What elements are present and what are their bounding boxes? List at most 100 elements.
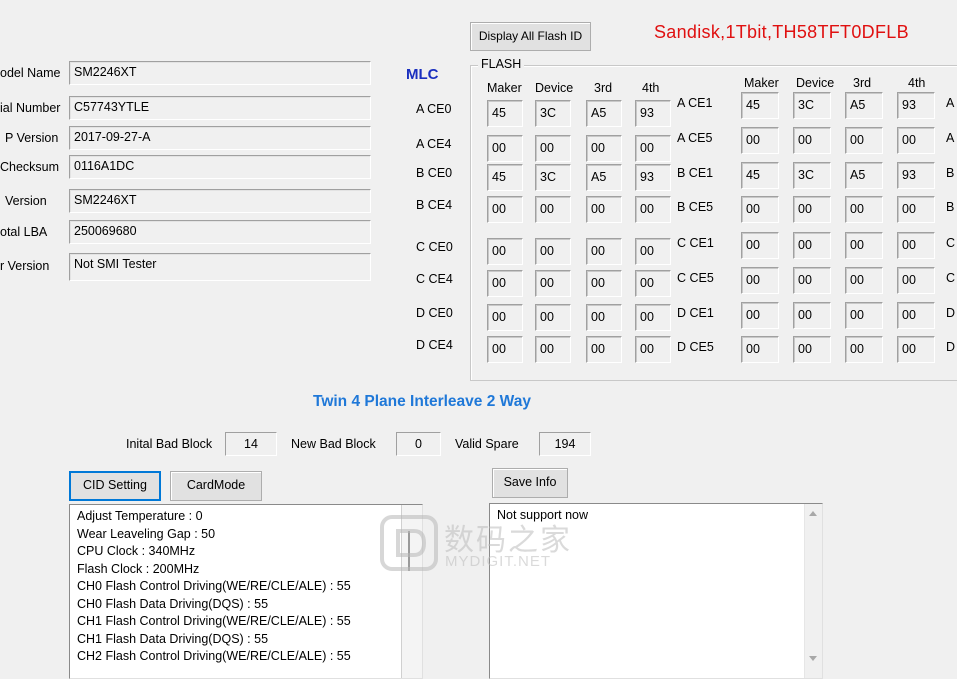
flash-id-box[interactable]: 00 bbox=[635, 196, 671, 223]
flash-id-box[interactable]: 3C bbox=[793, 162, 831, 189]
ce-edge-label: B bbox=[946, 166, 955, 180]
flash-id-box[interactable]: 00 bbox=[845, 267, 883, 294]
flash-id-box[interactable]: A5 bbox=[845, 92, 883, 119]
log-line: CH2 Flash Control Driving(WE/RE/CLE/ALE)… bbox=[77, 649, 351, 663]
valid-spare-value: 194 bbox=[539, 432, 591, 456]
scroll-up-icon[interactable] bbox=[809, 511, 817, 516]
flash-id-box[interactable]: 00 bbox=[741, 232, 779, 259]
ce-edge-label: B bbox=[946, 200, 955, 214]
checksum-field[interactable]: 0116A1DC bbox=[69, 155, 371, 179]
flash-id-box[interactable]: 00 bbox=[897, 232, 935, 259]
flash-id-box[interactable]: 00 bbox=[635, 135, 671, 162]
flash-id-box[interactable]: 93 bbox=[635, 164, 671, 191]
ce-label: B CE0 bbox=[416, 166, 453, 180]
flash-id-box[interactable]: 00 bbox=[487, 196, 523, 223]
flash-id-box[interactable]: 00 bbox=[586, 135, 622, 162]
flash-id-box[interactable]: 45 bbox=[487, 164, 523, 191]
flash-id-box[interactable]: 93 bbox=[635, 100, 671, 127]
ce-edge-label: A bbox=[946, 131, 955, 145]
log-line: Wear Leaveling Gap : 50 bbox=[77, 526, 216, 541]
cid-setting-button[interactable]: CID Setting bbox=[69, 471, 161, 501]
flash-id-box[interactable]: 00 bbox=[741, 336, 779, 363]
flash-id-box[interactable]: 00 bbox=[793, 336, 831, 363]
flash-id-box[interactable]: 00 bbox=[586, 304, 622, 331]
ce-label: A CE1 bbox=[677, 96, 713, 110]
flash-id-box[interactable]: 00 bbox=[635, 238, 671, 265]
ce-label: C CE0 bbox=[416, 240, 453, 254]
flash-id-box[interactable]: 00 bbox=[741, 302, 779, 329]
flash-id-box[interactable]: 45 bbox=[741, 162, 779, 189]
flash-id-box[interactable]: 00 bbox=[793, 127, 831, 154]
total-lba-field[interactable]: 250069680 bbox=[69, 220, 371, 244]
flash-id-box[interactable]: A5 bbox=[586, 164, 622, 191]
log-line: CH0 Flash Control Driving(WE/RE/CLE/ALE)… bbox=[77, 579, 351, 593]
scroll-down-icon[interactable] bbox=[809, 656, 817, 661]
flash-id-box[interactable]: 3C bbox=[535, 100, 571, 127]
ce-edge-label: D bbox=[946, 306, 956, 320]
ce-label: A CE5 bbox=[677, 131, 713, 145]
flash-id-box[interactable]: 00 bbox=[793, 196, 831, 223]
flash-id-box[interactable]: 93 bbox=[897, 162, 935, 189]
flash-id-box[interactable]: 00 bbox=[897, 196, 935, 223]
col-maker-right: Maker bbox=[744, 76, 779, 90]
flash-id-box[interactable]: A5 bbox=[845, 162, 883, 189]
flash-id-box[interactable]: 00 bbox=[635, 270, 671, 297]
save-info-button[interactable]: Save Info bbox=[492, 468, 568, 498]
flash-title: Sandisk,1Tbit,TH58TFT0DFLB bbox=[654, 22, 909, 42]
flash-id-box[interactable]: 00 bbox=[635, 304, 671, 331]
flash-id-box[interactable]: 45 bbox=[487, 100, 523, 127]
flash-id-box[interactable]: 00 bbox=[793, 267, 831, 294]
flash-id-box[interactable]: 00 bbox=[586, 196, 622, 223]
flash-id-box[interactable]: 00 bbox=[845, 302, 883, 329]
flash-id-box[interactable]: 93 bbox=[897, 92, 935, 119]
flash-id-box[interactable]: A5 bbox=[586, 100, 622, 127]
fw-version-field[interactable]: SM2246XT bbox=[69, 189, 371, 213]
flash-id-box[interactable]: 00 bbox=[845, 127, 883, 154]
model-name-field[interactable]: SM2246XT bbox=[69, 61, 371, 85]
flash-id-box[interactable]: 45 bbox=[741, 92, 779, 119]
flash-id-box[interactable]: 00 bbox=[586, 238, 622, 265]
flash-id-box[interactable]: 00 bbox=[535, 304, 571, 331]
serial-number-field[interactable]: C57743YTLE bbox=[69, 96, 371, 120]
flash-id-box[interactable]: 00 bbox=[897, 336, 935, 363]
flash-id-box[interactable]: 00 bbox=[586, 336, 622, 363]
flash-id-box[interactable]: 00 bbox=[897, 302, 935, 329]
flash-id-box[interactable]: 00 bbox=[845, 196, 883, 223]
ce-label: B CE1 bbox=[677, 166, 714, 180]
flash-id-box[interactable]: 00 bbox=[535, 196, 571, 223]
flash-id-box[interactable]: 00 bbox=[487, 336, 523, 363]
tester-version-field[interactable]: Not SMI Tester bbox=[69, 253, 371, 281]
display-all-flash-id-button[interactable]: Display All Flash ID bbox=[470, 22, 591, 51]
card-mode-button[interactable]: CardMode bbox=[170, 471, 262, 501]
flash-id-box[interactable]: 00 bbox=[793, 302, 831, 329]
flash-id-box[interactable]: 00 bbox=[741, 267, 779, 294]
col-device-right: Device bbox=[796, 76, 835, 90]
fw-version-label: Version bbox=[5, 194, 47, 208]
flash-id-box[interactable]: 00 bbox=[586, 270, 622, 297]
ce-label: A CE0 bbox=[416, 102, 452, 116]
flash-id-box[interactable]: 00 bbox=[487, 270, 523, 297]
serial-number-label: ial Number bbox=[0, 101, 61, 115]
flash-id-box[interactable]: 00 bbox=[635, 336, 671, 363]
checksum-label: Checksum bbox=[0, 160, 60, 174]
flash-id-box[interactable]: 00 bbox=[535, 270, 571, 297]
info-scrollbar[interactable] bbox=[804, 504, 822, 678]
isp-version-field[interactable]: 2017-09-27-A bbox=[69, 126, 371, 150]
flash-id-box[interactable]: 3C bbox=[793, 92, 831, 119]
flash-id-box[interactable]: 3C bbox=[535, 164, 571, 191]
flash-id-box[interactable]: 00 bbox=[897, 267, 935, 294]
flash-id-box[interactable]: 00 bbox=[487, 304, 523, 331]
flash-id-box[interactable]: 00 bbox=[487, 135, 523, 162]
flash-id-box[interactable]: 00 bbox=[741, 127, 779, 154]
flash-id-box[interactable]: 00 bbox=[845, 336, 883, 363]
flash-id-box[interactable]: 00 bbox=[741, 196, 779, 223]
flash-id-box[interactable]: 00 bbox=[535, 336, 571, 363]
flash-id-box[interactable]: 00 bbox=[535, 238, 571, 265]
log-textarea[interactable]: Adjust Temperature : 0 Wear Leaveling Gap… bbox=[69, 504, 423, 679]
flash-id-box[interactable]: 00 bbox=[487, 238, 523, 265]
flash-id-box[interactable]: 00 bbox=[535, 135, 571, 162]
flash-id-box[interactable]: 00 bbox=[793, 232, 831, 259]
flash-id-box[interactable]: 00 bbox=[897, 127, 935, 154]
log-line: CPU Clock : 340MHz bbox=[77, 544, 196, 558]
flash-id-box[interactable]: 00 bbox=[845, 232, 883, 259]
